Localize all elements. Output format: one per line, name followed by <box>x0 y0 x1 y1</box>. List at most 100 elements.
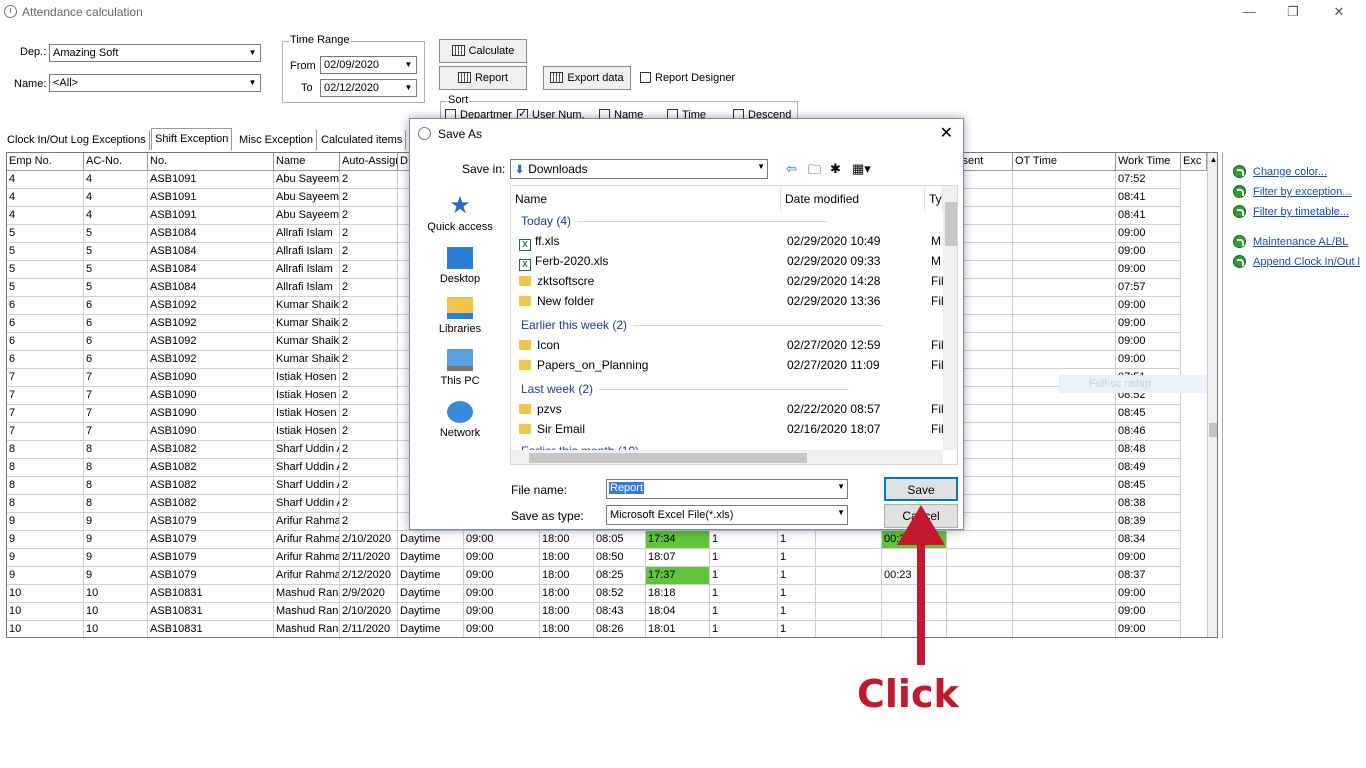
table-cell: Allrafi Islam <box>274 261 340 279</box>
column-header[interactable]: OT Time <box>1013 153 1116 171</box>
table-row[interactable]: 10 10 ASB10831 Mashud Rana 2/9/2020 Daytime 09… <box>7 585 1207 603</box>
grid-scrollbar[interactable]: ▲ <box>1207 153 1217 637</box>
table-row[interactable]: 9 9 ASB1079 Arifur Rahmar 2/11/2020 Daytime 09… <box>7 549 1207 567</box>
file-item[interactable]: zktsoftscre 02/29/2020 14:28 Fil <box>511 272 943 292</box>
from-date-picker[interactable]: 02/09/2020 ▼ <box>320 56 417 74</box>
chevron-down-icon: ▼ <box>837 508 845 517</box>
file-list[interactable]: Name Date modified Ty Today (4) Earlier … <box>510 185 958 465</box>
new-folder-icon[interactable]: ✱ <box>830 161 841 177</box>
filter-exception-link[interactable]: Filter by exception... <box>1233 185 1351 198</box>
place-this-pc[interactable]: This PC <box>418 349 502 387</box>
table-cell: 09:00 <box>1116 225 1181 243</box>
column-header[interactable]: AC-No. <box>84 153 148 171</box>
column-header[interactable]: Work Time <box>1116 153 1181 171</box>
name-select[interactable]: <All> ▼ <box>49 74 261 92</box>
tab-calculated-items[interactable]: Calculated items <box>318 130 407 150</box>
tab-shift-exception[interactable]: Shift Exception <box>151 128 233 150</box>
table-cell: 7 <box>7 387 84 405</box>
table-cell: 4 <box>7 189 84 207</box>
file-item[interactable]: New folder 02/29/2020 13:36 Fil <box>511 292 943 312</box>
file-name-input[interactable]: Report ▼ <box>606 479 848 499</box>
column-header[interactable]: Auto-Assign <box>340 153 398 171</box>
view-menu-icon[interactable]: ▦▾ <box>852 161 871 177</box>
group-today[interactable]: Today (4) <box>521 214 827 228</box>
scroll-thumb[interactable] <box>529 453 807 463</box>
table-cell: 08:41 <box>1116 207 1181 225</box>
to-date-picker[interactable]: 02/12/2020 ▼ <box>320 79 417 97</box>
file-item[interactable]: Icon 02/27/2020 12:59 Fil <box>511 336 943 356</box>
chevron-down-icon: ▼ <box>248 78 257 87</box>
file-name: Icon <box>519 338 560 352</box>
file-item[interactable]: pzvs 02/22/2020 08:57 Fil <box>511 400 943 420</box>
report-label: Report <box>474 72 509 84</box>
dep-select[interactable]: Amazing Soft ▼ <box>49 44 261 62</box>
column-header[interactable]: No. <box>148 153 274 171</box>
file-list-vscroll[interactable] <box>943 186 957 450</box>
table-cell: 2 <box>340 189 398 207</box>
file-list-hscroll[interactable] <box>511 450 943 464</box>
col-name[interactable]: Name <box>511 186 781 212</box>
restore-button[interactable]: ❐ <box>1280 2 1306 22</box>
table-cell: 1 <box>778 549 816 567</box>
dialog-title: Save As <box>438 127 483 141</box>
place-network[interactable]: Network <box>418 401 502 439</box>
table-row[interactable]: 10 10 ASB10831 Mashud Rana 2/10/2020 Daytime 0… <box>7 603 1207 621</box>
table-cell: 2 <box>340 315 398 333</box>
table-cell: 9 <box>7 513 84 531</box>
calculate-button[interactable]: Calculate <box>439 39 527 63</box>
table-cell: 9 <box>84 531 148 549</box>
file-name-text: Icon <box>537 338 560 352</box>
calculator-icon <box>451 45 465 56</box>
col-type[interactable]: Ty <box>925 186 943 212</box>
minimize-button[interactable]: — <box>1236 2 1262 22</box>
report-designer-checkbox[interactable]: Report Designer <box>640 72 735 84</box>
append-clock-link[interactable]: Append Clock In/Out l <box>1233 255 1360 268</box>
close-button[interactable]: ✕ <box>1326 2 1352 22</box>
back-icon[interactable]: ⇦ <box>786 161 797 177</box>
file-name-text: Sir Email <box>537 422 586 436</box>
table-row[interactable]: 10 10 ASB10831 Mashud Rana 2/11/2020 Daytime 0… <box>7 621 1207 637</box>
table-cell: ASB1092 <box>148 297 274 315</box>
table-cell: 9 <box>7 567 84 585</box>
filter-timetable-link[interactable]: Filter by timetable... <box>1233 205 1349 218</box>
file-item[interactable]: Xff.xls 02/29/2020 10:49 M <box>511 232 941 252</box>
table-cell: Arifur Rahmar <box>274 549 340 567</box>
col-date-modified[interactable]: Date modified <box>781 186 925 212</box>
place-desktop[interactable]: Desktop <box>418 247 502 285</box>
tab-misc-exception[interactable]: Misc Exception <box>236 130 317 150</box>
tab-clock-log-exceptions[interactable]: Clock In/Out Log Exceptions <box>4 130 150 150</box>
place-libraries[interactable]: Libraries <box>418 297 502 335</box>
file-item[interactable]: Papers_on_Planning 02/27/2020 11:09 Fil <box>511 356 943 376</box>
report-designer-label: Report Designer <box>655 72 736 84</box>
column-header[interactable]: Exc <box>1181 153 1207 171</box>
table-row[interactable]: 9 9 ASB1079 Arifur Rahmar 2/10/2020 Daytime 09… <box>7 531 1207 549</box>
save-button[interactable]: Save <box>884 477 958 501</box>
maintenance-link[interactable]: Maintenance AL/BL <box>1233 235 1348 248</box>
file-item[interactable]: X Ferb-2020.xls 02/29/2020 09:33 M <box>511 252 941 272</box>
table-cell <box>947 585 1013 603</box>
table-cell: 08:39 <box>1116 513 1181 531</box>
report-button[interactable]: Report <box>439 66 527 90</box>
scroll-up-icon[interactable]: ▲ <box>1208 155 1217 164</box>
change-color-link[interactable]: Change color... <box>1233 165 1327 178</box>
scroll-thumb[interactable] <box>1209 423 1217 437</box>
dialog-close-button[interactable]: ✕ <box>940 123 953 143</box>
export-data-button[interactable]: Export data <box>543 66 631 90</box>
group-earlier-this-week[interactable]: Earlier this week (2) <box>521 318 883 332</box>
table-cell: 5 <box>84 261 148 279</box>
save-type-select[interactable]: Microsoft Excel File(*.xls) ▼ <box>606 505 848 525</box>
group-last-week[interactable]: Last week (2) <box>521 382 849 396</box>
place-quick-access[interactable]: ★ Quick access <box>418 194 502 234</box>
table-row[interactable]: 9 9 ASB1079 Arifur Rahmar 2/12/2020 Daytime 09… <box>7 567 1207 585</box>
scroll-thumb[interactable] <box>945 202 957 246</box>
column-header[interactable]: Name <box>274 153 340 171</box>
up-folder-icon[interactable]: 🗀 <box>808 161 821 183</box>
save-in-select[interactable]: ⬇ Downloads ▼ <box>510 159 768 179</box>
table-cell: 1 <box>778 585 816 603</box>
table-cell: 09:00 <box>464 603 540 621</box>
column-header[interactable]: Emp No. <box>7 153 84 171</box>
folder-icon <box>519 360 531 370</box>
go-icon <box>1233 165 1246 178</box>
table-cell: 7 <box>84 405 148 423</box>
file-item[interactable]: Sir Email 02/16/2020 18:07 Fil <box>511 420 943 440</box>
